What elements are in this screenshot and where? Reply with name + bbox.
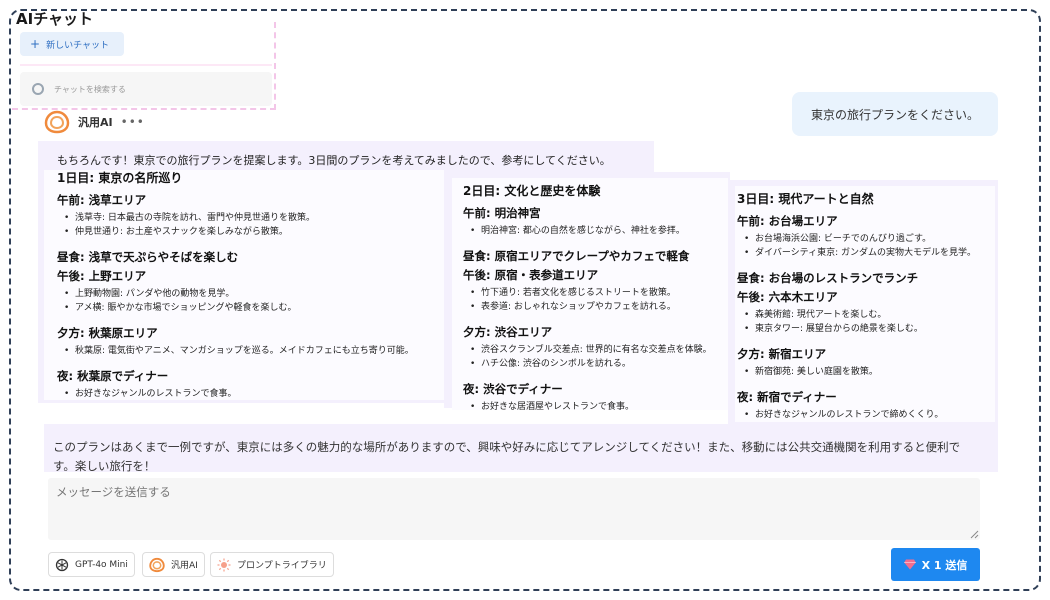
list-item: ハチ公像: 渋谷のシンボルを訪れる。: [469, 357, 712, 371]
day-2-plan: 2日目: 文化と歴史を体験 午前: 明治神宮 明治神宮: 都心の自然を感じながら…: [463, 182, 712, 414]
list-item: 上野動物園: パンダや他の動物を見学。: [63, 287, 414, 301]
section-list: 竹下通り: 若者文化を感じるストリートを散策。 表参道: おしゃれなショップやカ…: [463, 286, 712, 314]
section-list: 渋谷スクランブル交差点: 世界的に有名な交差点を体験。 ハチ公像: 渋谷のシンボ…: [463, 343, 712, 371]
message-input[interactable]: [48, 478, 980, 540]
day-1-plan: 1日目: 東京の名所巡り 午前: 浅草エリア 浅草寺: 日本最古の寺院を訪れ、雷…: [57, 169, 414, 401]
list-item: 明治神宮: 都心の自然を感じながら、神社を参拝。: [469, 224, 712, 238]
section-list: お好きなジャンルのレストランで食事。: [57, 387, 414, 401]
assistant-name: 汎用AI: [78, 116, 113, 129]
section-heading: 午前: お台場エリア: [737, 214, 838, 228]
section-list: お台場海浜公園: ビーチでのんびり過ごす。 ダイバーシティ東京: ガンダムの実物…: [737, 232, 976, 260]
sun-icon: [217, 558, 231, 571]
list-item: 仲見世通り: お土産やスナックを楽しみながら散策。: [63, 225, 414, 239]
section-heading: 夕方: 秋葉原エリア: [57, 326, 158, 340]
section-heading: 昼食: 原宿エリアでクレープやカフェで軽食: [463, 249, 690, 263]
response-intro: もちろんです！東京での旅行プランを提案します。3日間のプランを考えてみましたので…: [57, 154, 611, 167]
search-icon: [32, 83, 44, 95]
model-chip-label: GPT-4o Mini: [75, 559, 128, 570]
section-heading: 午後: 原宿・表参道エリア: [463, 268, 599, 282]
section-heading: 午前: 浅草エリア: [57, 193, 147, 207]
section-heading: 夜: 渋谷でディナー: [463, 382, 563, 396]
openai-icon: [55, 558, 69, 571]
list-item: 森美術館: 現代アートを楽しむ。: [743, 308, 976, 322]
list-item: 渋谷スクランブル交差点: 世界的に有名な交差点を体験。: [469, 343, 712, 357]
sidebar-divider: [20, 64, 272, 66]
list-item: 新宿御苑: 美しい庭園を散策。: [743, 365, 976, 379]
chat-search-input[interactable]: チャットを検索する: [20, 72, 272, 106]
model-chip-gpt-4o-mini[interactable]: GPT-4o Mini: [48, 552, 135, 577]
section-list: お好きな居酒屋やレストランで食事。: [463, 400, 712, 414]
list-item: 表参道: おしゃれなショップやカフェを訪れる。: [469, 300, 712, 314]
new-chat-button[interactable]: + 新しいチャット: [20, 32, 124, 56]
assistant-logo-icon: [44, 110, 70, 134]
list-item: アメ横: 賑やかな市場でショッピングや軽食を楽しむ。: [63, 301, 414, 315]
model-chip-label: 汎用AI: [171, 561, 198, 571]
prompt-library-label: プロンプトライブラリ: [237, 561, 327, 571]
section-heading: 午前: 明治神宮: [463, 206, 541, 220]
user-message-text: 東京の旅行プランをください。: [810, 107, 979, 122]
section-heading: 夜: 秋葉原でディナー: [57, 369, 169, 383]
list-item: 東京タワー: 展望台からの絶景を楽しむ。: [743, 322, 976, 336]
send-label: X 1 送信: [921, 558, 968, 572]
section-list: 森美術館: 現代アートを楽しむ。 東京タワー: 展望台からの絶景を楽しむ。: [737, 308, 976, 336]
section-heading: 夜: 新宿でディナー: [737, 390, 837, 404]
model-chip-general-ai[interactable]: 汎用AI: [142, 552, 205, 577]
resize-handle-icon[interactable]: [970, 530, 979, 539]
list-item: 秋葉原: 電気街やアニメ、マンガショップを巡る。メイドカフェにも立ち寄り可能。: [63, 344, 414, 358]
list-item: お台場海浜公園: ビーチでのんびり過ごす。: [743, 232, 976, 246]
section-list: 秋葉原: 電気街やアニメ、マンガショップを巡る。メイドカフェにも立ち寄り可能。: [57, 344, 414, 358]
section-heading: 夕方: 新宿エリア: [737, 347, 827, 361]
section-list: 明治神宮: 都心の自然を感じながら、神社を参拝。: [463, 224, 712, 238]
section-heading: 昼食: お台場のレストランでランチ: [737, 271, 919, 285]
section-heading: 昼食: 浅草で天ぷらやそばを楽しむ: [57, 250, 239, 264]
day-3-plan: 3日目: 現代アートと自然 午前: お台場エリア お台場海浜公園: ビーチでのん…: [737, 190, 976, 422]
more-options-icon[interactable]: •••: [121, 115, 145, 129]
section-list: 浅草寺: 日本最古の寺院を訪れ、雷門や仲見世通りを散策。 仲見世通り: お土産や…: [57, 211, 414, 239]
day-title: 2日目: 文化と歴史を体験: [463, 184, 601, 198]
gem-icon: [903, 559, 916, 570]
new-chat-label: 新しいチャット: [46, 40, 109, 51]
assistant-logo-icon: [149, 557, 165, 572]
section-heading: 午後: 六本木エリア: [737, 290, 838, 304]
assistant-header: 汎用AI •••: [44, 110, 145, 134]
list-item: ダイバーシティ東京: ガンダムの実物大モデルを見学。: [743, 246, 976, 260]
section-list: 上野動物園: パンダや他の動物を見学。 アメ横: 賑やかな市場でショッピングや軽…: [57, 287, 414, 315]
send-button[interactable]: X 1 送信: [891, 548, 980, 581]
list-item: お好きなジャンルのレストランで食事。: [63, 387, 414, 401]
day-title: 1日目: 東京の名所巡り: [57, 171, 183, 185]
section-heading: 午後: 上野エリア: [57, 269, 147, 283]
response-summary: このプランはあくまで一例ですが、東京には多くの魅力的な場所がありますので、興味や…: [53, 440, 961, 473]
user-message-bubble: 東京の旅行プランをください。: [792, 92, 998, 136]
prompt-library-button[interactable]: プロンプトライブラリ: [210, 552, 334, 577]
list-item: お好きな居酒屋やレストランで食事。: [469, 400, 712, 414]
chat-search-placeholder: チャットを検索する: [54, 84, 126, 94]
list-item: 竹下通り: 若者文化を感じるストリートを散策。: [469, 286, 712, 300]
section-list: 新宿御苑: 美しい庭園を散策。: [737, 365, 976, 379]
section-list: お好きなジャンルのレストランで締めくくり。: [737, 408, 976, 422]
day-title: 3日目: 現代アートと自然: [737, 192, 874, 206]
section-heading: 夕方: 渋谷エリア: [463, 325, 553, 339]
list-item: お好きなジャンルのレストランで締めくくり。: [743, 408, 976, 422]
plus-icon: +: [30, 37, 41, 51]
list-item: 浅草寺: 日本最古の寺院を訪れ、雷門や仲見世通りを散策。: [63, 211, 414, 225]
